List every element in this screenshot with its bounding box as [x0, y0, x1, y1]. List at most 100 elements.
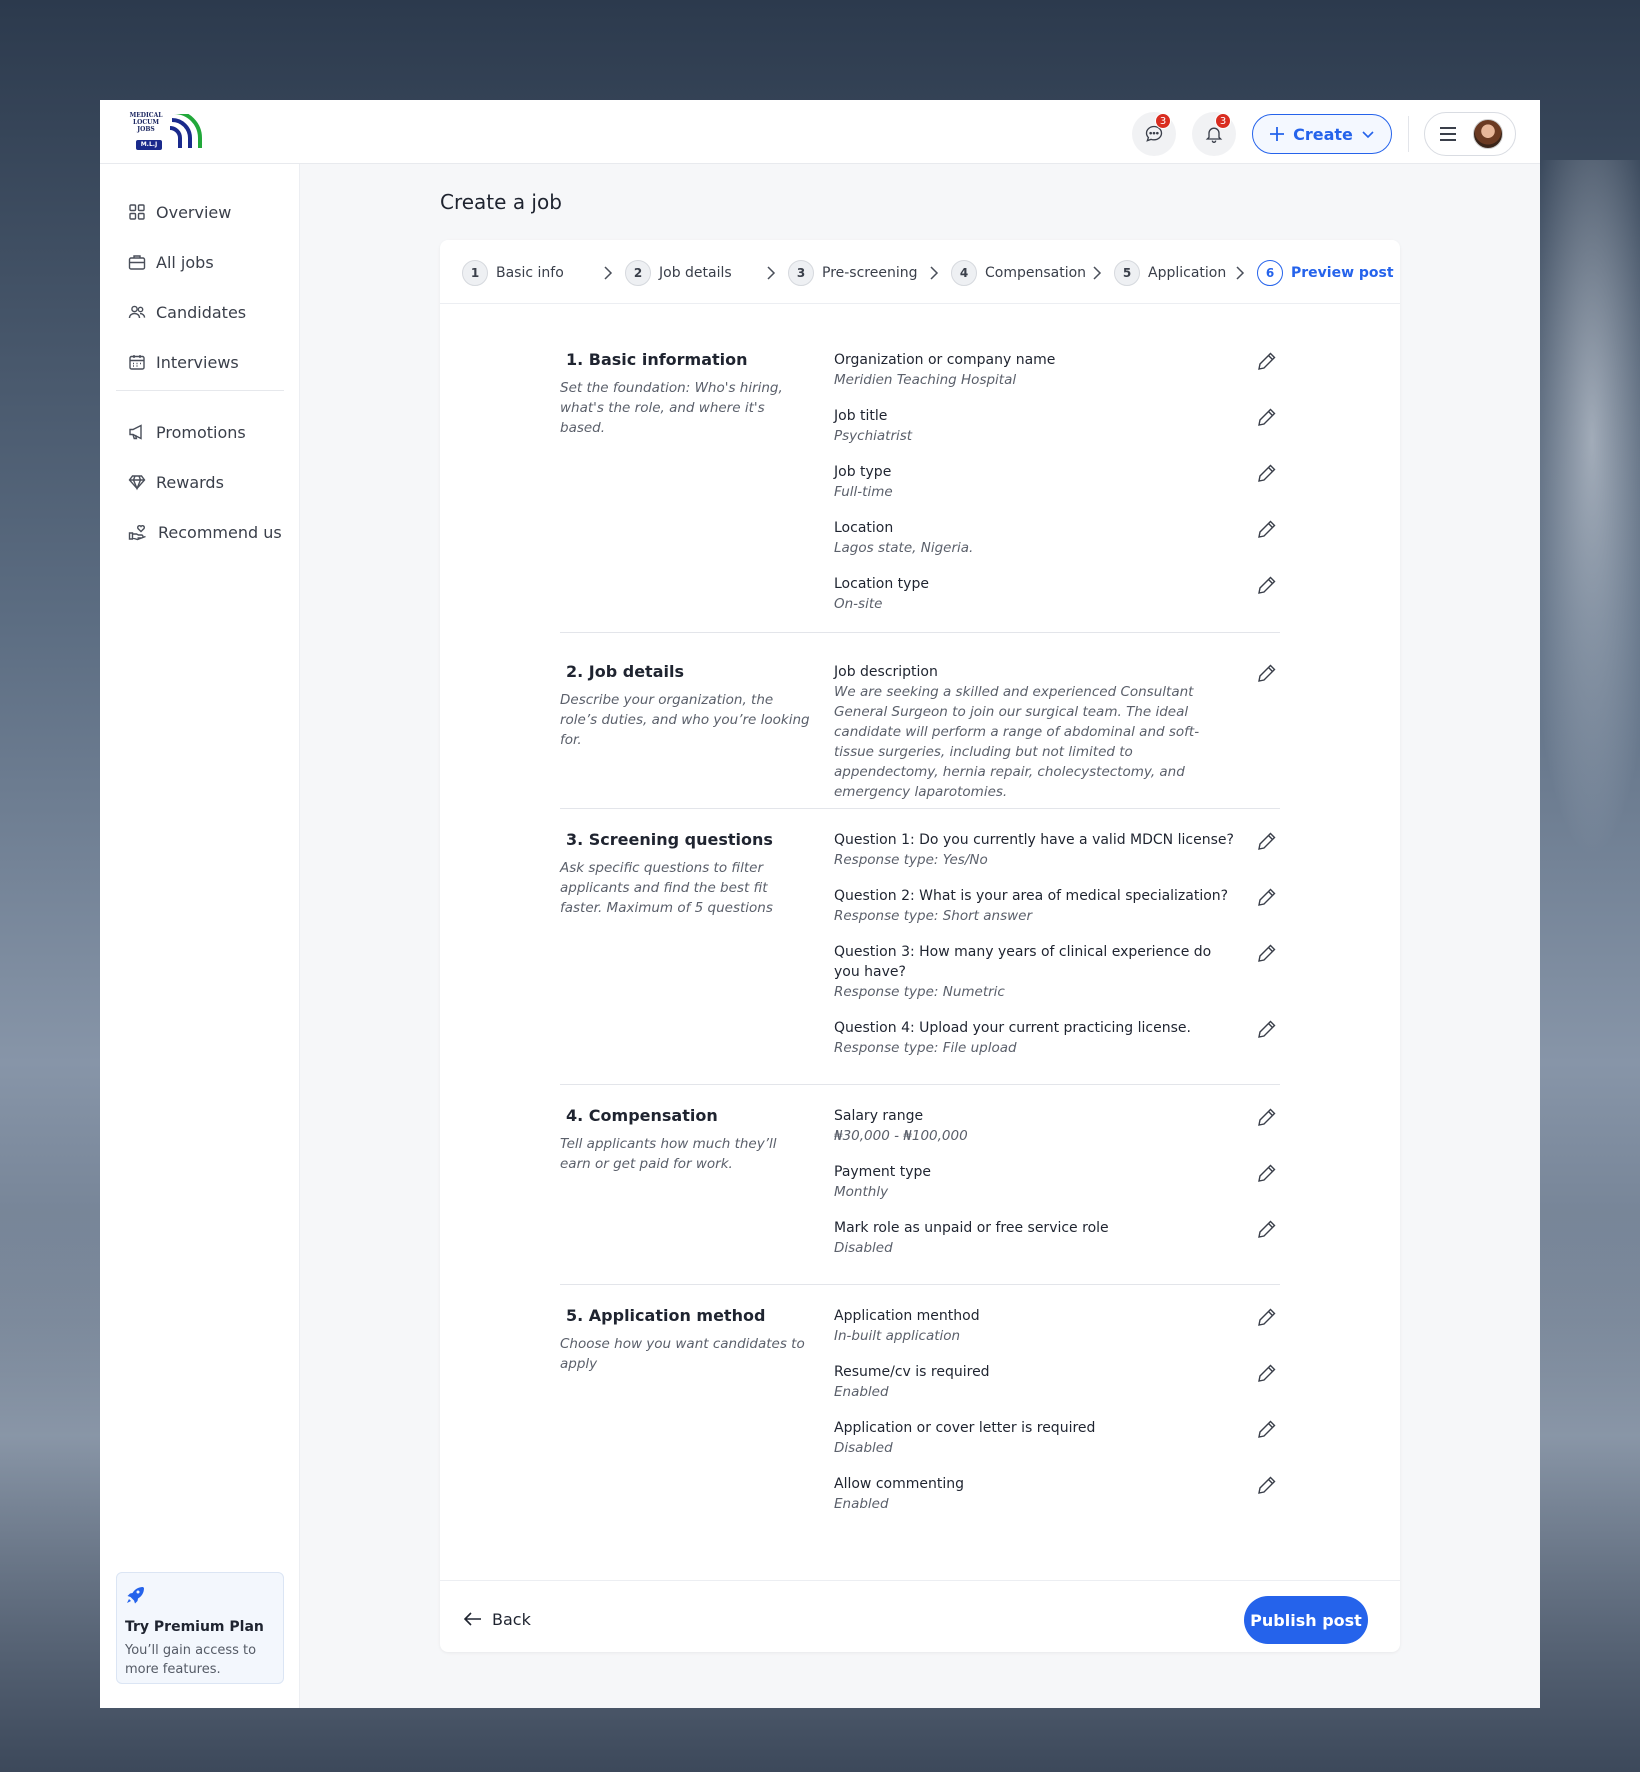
step-preview-post[interactable]: 6 Preview post [1257, 260, 1394, 286]
section-description: Choose how you want candidates to apply [560, 1336, 805, 1372]
app-window: MEDICAL LOCUM JOBS M.L.J 3 3 Create Over… [100, 100, 1540, 1708]
edit-pencil-icon[interactable] [1256, 518, 1278, 540]
step-number: 5 [1114, 260, 1140, 286]
edit-pencil-icon[interactable] [1256, 662, 1278, 684]
field-value: Disabled [834, 1240, 893, 1256]
chevron-right-icon [604, 266, 613, 280]
premium-plan-card[interactable]: Try Premium Plan You’ll gain access to m… [116, 1572, 284, 1684]
field-value: Disabled [834, 1440, 893, 1456]
step-compensation[interactable]: 4 Compensation [951, 260, 1086, 286]
edit-pencil-icon[interactable] [1256, 1418, 1278, 1440]
account-menu-button[interactable] [1424, 112, 1516, 156]
field-label: Question 2: What is your area of medical… [834, 888, 1229, 904]
sidebar-item-label: Candidates [156, 302, 247, 322]
step-label: Pre-screening [822, 265, 918, 281]
sidebar-item-interviews[interactable]: Interviews [128, 348, 239, 376]
edit-pencil-icon[interactable] [1256, 574, 1278, 596]
edit-pencil-icon[interactable] [1256, 1218, 1278, 1240]
field-value: Response type: Numetric [834, 984, 1005, 1000]
logo[interactable]: MEDICAL LOCUM JOBS M.L.J [126, 112, 206, 152]
step-pre-screening[interactable]: 3 Pre-screening [788, 260, 918, 286]
section-divider [560, 1084, 1280, 1085]
arrow-left-icon [464, 1612, 481, 1626]
edit-pencil-icon[interactable] [1256, 1306, 1278, 1328]
sidebar-item-all-jobs[interactable]: All jobs [128, 248, 214, 276]
edit-pencil-icon[interactable] [1256, 830, 1278, 852]
edit-pencil-icon[interactable] [1256, 1474, 1278, 1496]
field-value: Enabled [834, 1496, 889, 1512]
section-description: Set the foundation: Who's hiring, what's… [560, 380, 783, 436]
field-label: Job type [834, 464, 892, 480]
field-value: On-site [834, 596, 883, 612]
create-label: Create [1293, 124, 1353, 144]
field-value: Meridien Teaching Hospital [834, 372, 1017, 388]
notifications-button[interactable]: 3 [1192, 112, 1236, 156]
chevron-down-icon [1362, 131, 1374, 139]
step-application[interactable]: 5 Application [1114, 260, 1226, 286]
create-button[interactable]: Create [1252, 114, 1392, 154]
field-question-4: Question 4: Upload your current practici… [834, 1018, 1234, 1058]
field-label: Organization or company name [834, 352, 1056, 368]
step-number: 3 [788, 260, 814, 286]
step-label: Basic info [496, 265, 564, 281]
field-organization: Organization or company name Meridien Te… [834, 350, 1234, 390]
sidebar-item-promotions[interactable]: Promotions [128, 418, 246, 446]
sidebar-item-overview[interactable]: Overview [128, 198, 231, 226]
top-bar: MEDICAL LOCUM JOBS M.L.J 3 3 Create [100, 100, 1540, 164]
messages-button[interactable]: 3 [1132, 112, 1176, 156]
edit-pencil-icon[interactable] [1256, 1162, 1278, 1184]
section-title: 4. Compensation [566, 1106, 718, 1125]
field-question-2: Question 2: What is your area of medical… [834, 886, 1234, 926]
field-job-type: Job type Full-time [834, 462, 1234, 502]
avatar [1473, 119, 1503, 149]
edit-pencil-icon[interactable] [1256, 942, 1278, 964]
section-description: Describe your organization, the role’s d… [560, 692, 810, 748]
sidebar-item-label: Overview [156, 202, 232, 222]
field-value: ₦30,000 - ₦100,000 [834, 1128, 968, 1144]
field-label: Question 3: How many years of clinical e… [834, 944, 1212, 980]
edit-pencil-icon[interactable] [1256, 1106, 1278, 1128]
stepper: 1 Basic info 2 Job details 3 Pre-screeni… [440, 240, 1400, 304]
section-divider [560, 632, 1280, 633]
field-label: Application or cover letter is required [834, 1420, 1096, 1436]
edit-pencil-icon[interactable] [1256, 406, 1278, 428]
publish-post-button[interactable]: Publish post [1244, 1596, 1368, 1644]
sidebar-item-label: Rewards [156, 472, 224, 492]
field-value: Response type: Short answer [834, 908, 1033, 924]
sidebar-item-candidates[interactable]: Candidates [128, 298, 246, 326]
sidebar-item-rewards[interactable]: Rewards [128, 468, 224, 496]
chevron-right-icon [1236, 266, 1245, 280]
field-job-title: Job title Psychiatrist [834, 406, 1234, 446]
hand-heart-icon [128, 525, 146, 541]
header-divider [1408, 116, 1409, 152]
grid-icon [129, 204, 145, 220]
field-label: Location type [834, 576, 929, 592]
section-title: 3. Screening questions [566, 830, 773, 849]
logo-badge: M.L.J [136, 140, 162, 150]
sidebar-item-label: All jobs [156, 252, 214, 272]
sidebar-item-recommend-us[interactable]: Recommend us [128, 518, 282, 546]
field-location: Location Lagos state, Nigeria. [834, 518, 1234, 558]
field-label: Mark role as unpaid or free service role [834, 1220, 1109, 1236]
back-button[interactable]: Back [464, 1606, 531, 1632]
step-label: Preview post [1291, 265, 1394, 281]
edit-pencil-icon[interactable] [1256, 1362, 1278, 1384]
step-basic-info[interactable]: 1 Basic info [462, 260, 564, 286]
field-label: Job title [834, 408, 888, 424]
section-divider [560, 1284, 1280, 1285]
edit-pencil-icon[interactable] [1256, 350, 1278, 372]
edit-pencil-icon[interactable] [1256, 462, 1278, 484]
field-unpaid-role: Mark role as unpaid or free service role… [834, 1218, 1234, 1258]
step-label: Job details [659, 265, 732, 281]
hamburger-icon [1440, 127, 1456, 141]
field-value: Response type: File upload [834, 1040, 1017, 1056]
field-label: Location [834, 520, 894, 536]
calendar-icon [129, 355, 145, 370]
logo-text: MEDICAL LOCUM JOBS [129, 112, 163, 133]
step-job-details[interactable]: 2 Job details [625, 260, 732, 286]
edit-pencil-icon[interactable] [1256, 1018, 1278, 1040]
megaphone-icon [129, 424, 142, 440]
edit-pencil-icon[interactable] [1256, 886, 1278, 908]
field-resume-required: Resume/cv is required Enabled [834, 1362, 1234, 1402]
field-label: Allow commenting [834, 1476, 964, 1492]
